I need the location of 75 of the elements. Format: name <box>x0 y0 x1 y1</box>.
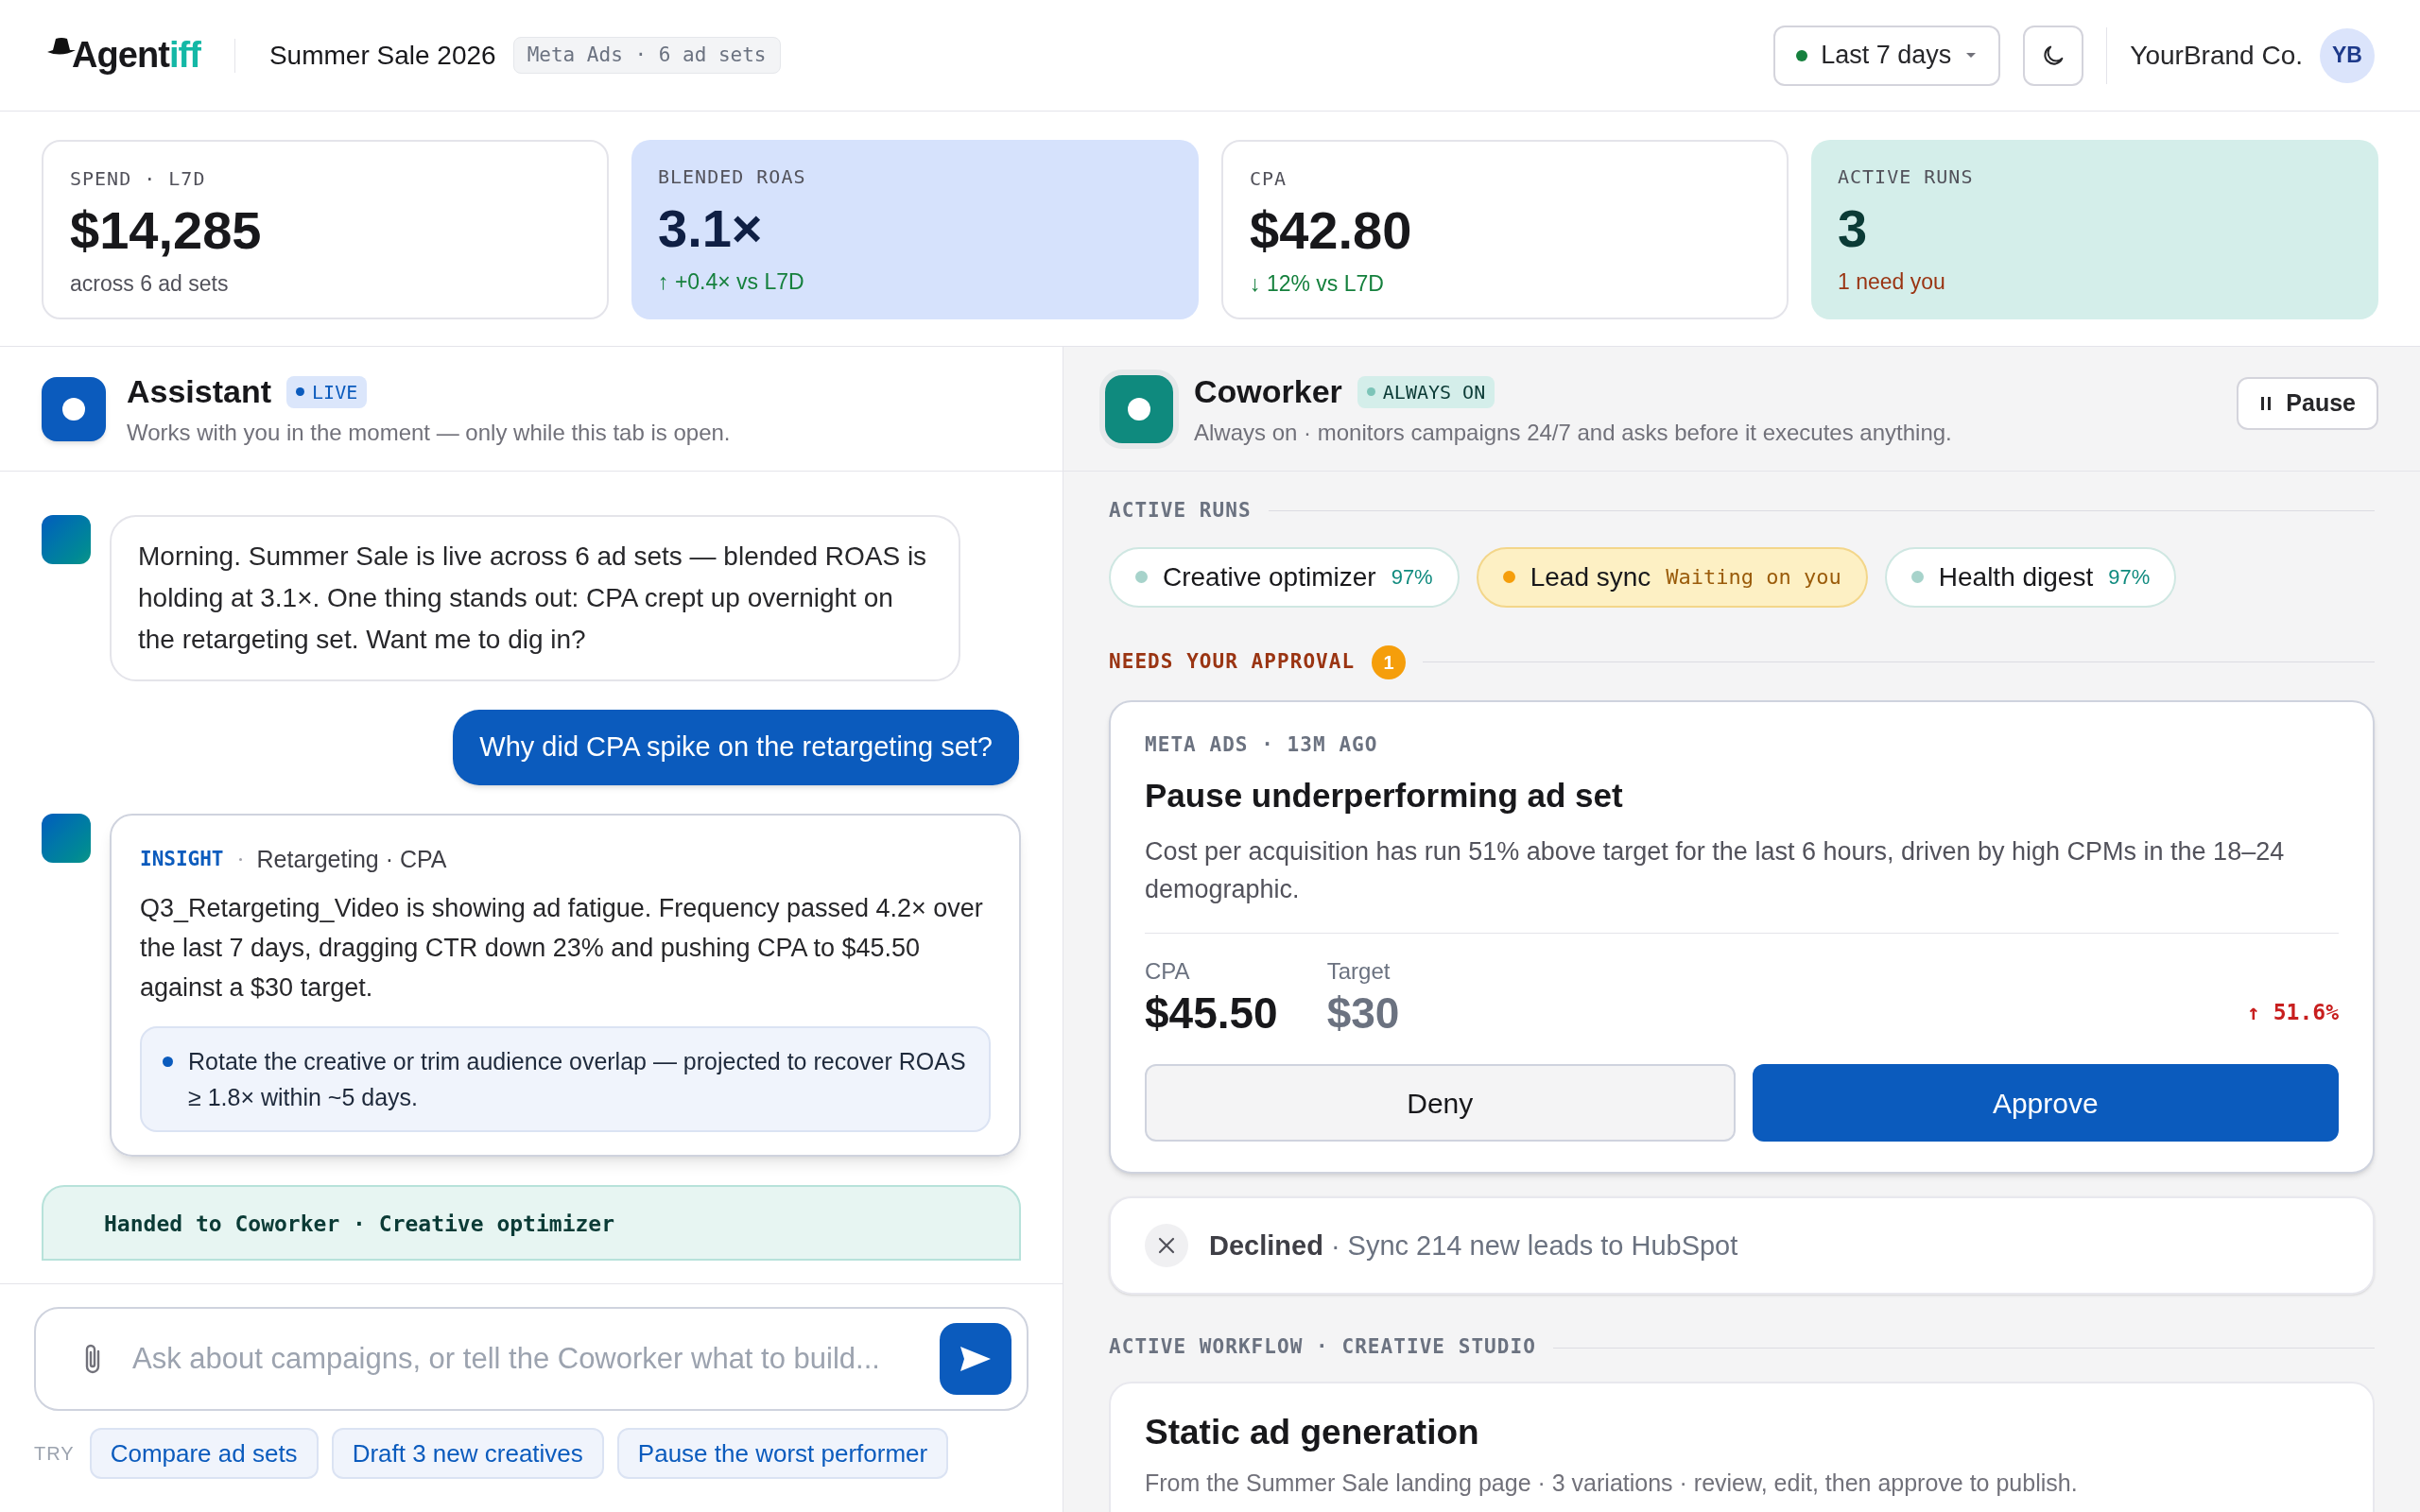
kpi-value: 3.1× <box>658 198 763 260</box>
bot-avatar <box>42 813 91 863</box>
kpi-value: $14,285 <box>70 199 262 262</box>
logo[interactable]: Agentiff <box>72 28 200 82</box>
send-button[interactable] <box>940 1323 1011 1395</box>
kpi-label: ACTIVE RUNS <box>1838 164 1974 190</box>
run-status: 97% <box>1391 564 1433 591</box>
avatar[interactable]: YB <box>2320 27 2375 83</box>
metric-value: $30 <box>1326 988 1400 1039</box>
kpi-note: ↑ +0.4× vs L7D <box>658 268 804 297</box>
run-name: Creative optimizer <box>1163 560 1376 593</box>
approval-text: Cost per acquisition has run 51% above target for the last 6 hours, driven by high CPMs in the 18–24 demographic. <box>1145 835 2286 905</box>
count-badge: 1 <box>1372 644 1407 679</box>
assistant-subtitle: Works with you in the moment — only while this tab is open. <box>127 419 731 447</box>
live-badge: LIVE <box>286 375 368 408</box>
metric-value: $45.50 <box>1145 988 1278 1039</box>
run-name: Lead sync <box>1530 560 1651 593</box>
suggestion-chip[interactable]: Draft 3 new creatives <box>331 1428 604 1479</box>
section-label: ACTIVE RUNS <box>1109 498 1252 524</box>
composer-field[interactable]: Ask about campaigns, or tell the Coworker what to build... <box>34 1307 1028 1411</box>
pause-icon <box>2259 396 2273 411</box>
insight-topic: Retargeting · CPA <box>256 844 447 874</box>
kpi-note: 1 need you <box>1838 268 1945 297</box>
approval-meta: META ADS · 13M AGO <box>1145 731 1378 758</box>
kpi-label: BLENDED ROAS <box>658 164 806 190</box>
assistant-icon <box>42 376 106 441</box>
section-label: NEEDS YOUR APPROVAL <box>1109 648 1356 675</box>
message-input[interactable]: Ask about campaigns, or tell the Coworker what to build... <box>132 1336 911 1382</box>
handoff-title: Handed to Coworker · Creative optimizer <box>104 1211 615 1236</box>
run-pill[interactable]: Health digest 97% <box>1884 546 2177 608</box>
suggestion-chip[interactable]: Pause the worst performer <box>616 1428 949 1479</box>
caret-icon <box>1964 51 1979 60</box>
coworker-title: Coworker <box>1194 372 1342 411</box>
run-status: 97% <box>2108 564 2151 591</box>
section-label: ACTIVE WORKFLOW · CREATIVE STUDIO <box>1109 1334 1536 1361</box>
insight-text: Q3_Retargeting_Video is showing ad fatigue. Frequency passed 4.2× over the last 7 days, dragging CTR down 23% and pushing CPA to $45.50 against a $30 target. <box>140 893 984 1004</box>
campaign-tag: Meta Ads · 6 ad sets <box>512 36 781 75</box>
run-status: Waiting on you <box>1666 564 1841 591</box>
kpi-label: CPA <box>1250 166 1288 192</box>
declined-text: · Sync 214 new leads to HubSpot <box>1330 1228 1738 1263</box>
declined-status: Declined <box>1209 1228 1323 1263</box>
change-value: ↑ 51.6% <box>2247 998 2339 1026</box>
metric-label: CPA <box>1145 956 1191 986</box>
date-range-dropdown[interactable]: Last 7 days <box>1773 25 2001 86</box>
workflow-text: From the Summer Sale landing page · 3 variations · review, edit, then approve to publish. <box>1145 1469 2078 1499</box>
always-on-badge: ALWAYS ON <box>1357 375 1495 408</box>
metric-label: Target <box>1326 956 1392 986</box>
bot-avatar <box>42 515 91 564</box>
try-label: TRY <box>34 1442 75 1466</box>
kpi-note: ↓ 12% vs L7D <box>1250 270 1384 299</box>
pause-button[interactable]: Pause <box>2237 377 2378 430</box>
kpi-label: SPEND · L7D <box>70 166 206 192</box>
workflow-title: Static ad generation <box>1145 1411 1479 1453</box>
suggestion-text: Rotate the creative or trim audience overlap — projected to recover ROAS ≥ 1.8× within ~5 days. <box>188 1047 967 1112</box>
approve-button[interactable]: Approve <box>1752 1064 2339 1143</box>
close-icon <box>1145 1224 1188 1268</box>
run-pill[interactable]: Creative optimizer 97% <box>1109 546 1460 608</box>
insight-tag: INSIGHT <box>140 844 224 874</box>
user-message: Why did CPA spike on the retargeting set? <box>453 710 1019 785</box>
kpi-note: across 6 ad sets <box>70 270 229 299</box>
dark-mode-button[interactable] <box>2023 25 2084 86</box>
assistant-message: Morning. Summer Sale is live across 6 ad sets — blended ROAS is holding at 3.1×. One thing stands out: CPA crept up overnight on the retargeting set. Want me to dig in? <box>110 515 960 681</box>
send-icon <box>959 1346 992 1372</box>
deny-button[interactable]: Deny <box>1145 1064 1736 1143</box>
suggestion-chip[interactable]: Compare ad sets <box>89 1428 319 1479</box>
kpi-value: $42.80 <box>1250 199 1412 262</box>
assistant-title: Assistant <box>127 372 272 411</box>
kpi-value: 3 <box>1838 198 1868 260</box>
run-pill[interactable]: Lead sync Waiting on you <box>1476 546 1868 608</box>
bullet-icon <box>163 1057 173 1067</box>
approval-title: Pause underperforming ad set <box>1145 776 1623 816</box>
coworker-subtitle: Always on · monitors campaigns 24/7 and asks before it executes anything. <box>1194 419 1953 447</box>
account-name: YourBrand Co. <box>2130 39 2303 72</box>
run-name: Health digest <box>1938 560 2094 593</box>
campaign-title: Summer Sale 2026 <box>268 39 496 72</box>
